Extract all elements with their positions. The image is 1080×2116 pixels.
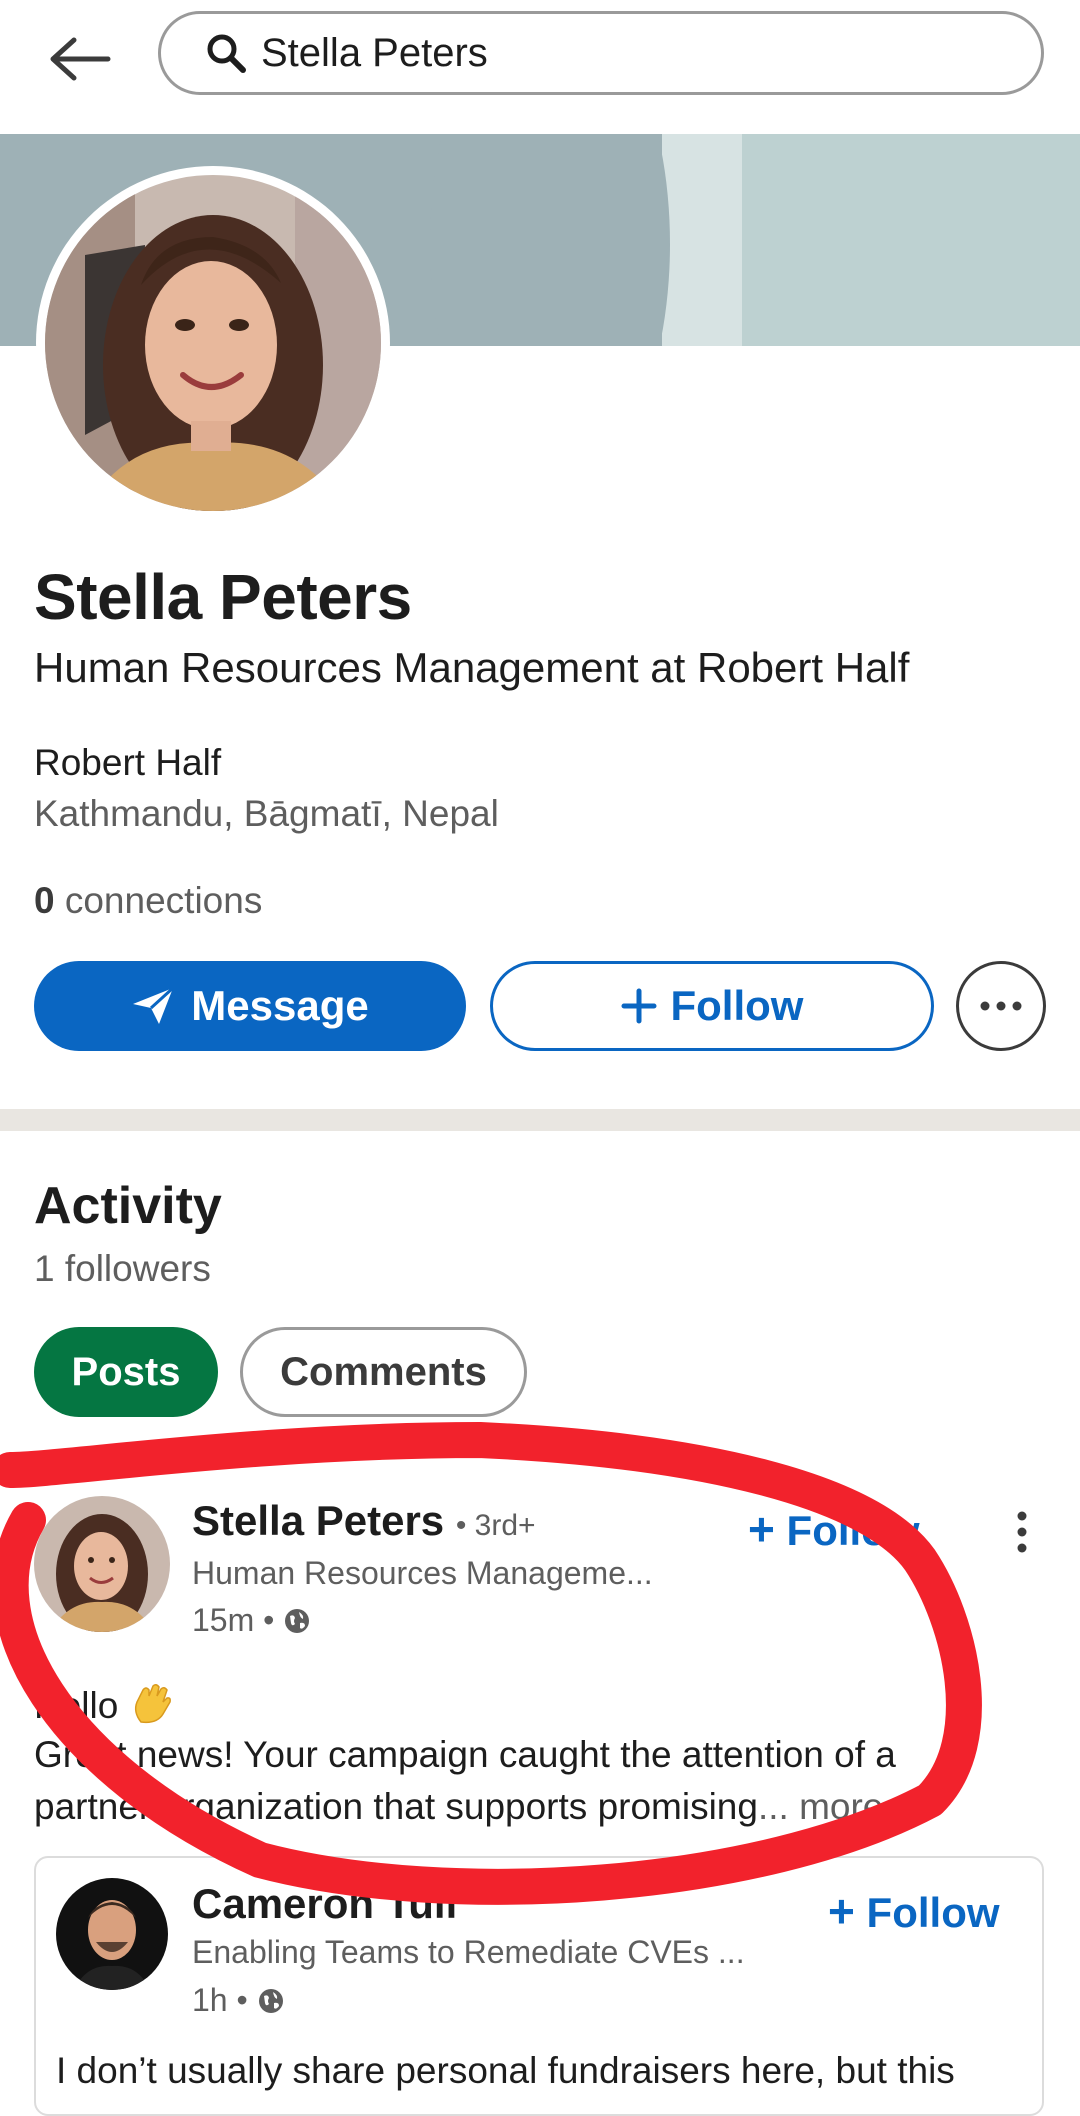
post-time-text: 15m • bbox=[192, 1602, 275, 1638]
post-text-line-2: Great news! Your campaign caught the att… bbox=[34, 1734, 896, 1775]
send-icon bbox=[133, 986, 175, 1024]
plus-icon bbox=[621, 988, 656, 1024]
profile-connections[interactable]: 0 connections bbox=[34, 880, 262, 922]
tab-comments[interactable]: Comments bbox=[240, 1327, 527, 1417]
shared-author-photo bbox=[56, 1878, 168, 1990]
post-text-line-1: Hello bbox=[34, 1682, 173, 1727]
profile-company[interactable]: Robert Half bbox=[34, 742, 221, 784]
shared-follow-button[interactable]: + Follow bbox=[828, 1884, 1000, 1938]
shared-post-text: I don’t usually share personal fundraise… bbox=[56, 2050, 955, 2091]
profile-photo-image bbox=[45, 175, 381, 511]
activity-heading: Activity bbox=[34, 1177, 222, 1235]
back-arrow-icon bbox=[50, 37, 111, 81]
profile-photo[interactable] bbox=[36, 166, 390, 520]
profile-headline: Human Resources Management at Robert Hal… bbox=[34, 644, 910, 691]
more-vertical-icon bbox=[1017, 1511, 1027, 1553]
post-follow-label: Follow bbox=[786, 1507, 920, 1554]
connections-label: connections bbox=[64, 880, 263, 921]
shared-time-text: 1h • bbox=[192, 1982, 248, 2018]
globe-icon bbox=[285, 1608, 310, 1633]
profile-location: Kathmandu, Bāgmatī, Nepal bbox=[34, 793, 499, 834]
search-query: Stella Peters bbox=[261, 30, 488, 75]
globe-icon bbox=[258, 1988, 283, 2013]
profile-name: Stella Peters bbox=[34, 561, 412, 633]
tab-posts[interactable]: Posts bbox=[34, 1327, 218, 1417]
follow-button-label: Follow bbox=[670, 982, 804, 1029]
message-button-label: Message bbox=[191, 982, 369, 1029]
post-author-avatar[interactable] bbox=[34, 1496, 170, 1632]
follow-button[interactable]: Follow bbox=[490, 961, 934, 1051]
post-author-degree: • 3rd+ bbox=[455, 1509, 536, 1542]
more-horizontal-icon bbox=[980, 1001, 1022, 1011]
tab-posts-label: Posts bbox=[71, 1349, 181, 1394]
connections-count: 0 bbox=[34, 880, 55, 921]
post-author[interactable]: Stella Peters • 3rd+ bbox=[192, 1497, 536, 1545]
shared-timestamp: 1h • bbox=[192, 1982, 286, 2019]
shared-author-name[interactable]: Cameron Tull bbox=[192, 1880, 457, 1928]
post-follow-button[interactable]: + Follow bbox=[748, 1502, 920, 1556]
tab-comments-label: Comments bbox=[280, 1349, 487, 1394]
wave-emoji-icon bbox=[134, 1683, 171, 1724]
post-timestamp: 15m • bbox=[192, 1602, 312, 1639]
back-button[interactable] bbox=[40, 24, 120, 94]
post-options-button[interactable] bbox=[1004, 1504, 1040, 1560]
message-button[interactable]: Message bbox=[34, 961, 466, 1051]
section-divider bbox=[0, 1109, 1080, 1131]
shared-author-avatar[interactable] bbox=[56, 1878, 168, 1990]
post-author-headline: Human Resources Manageme... bbox=[192, 1555, 653, 1591]
see-more-link[interactable]: ... more bbox=[758, 1786, 883, 1827]
post-text-line-3: partner organization that supports promi… bbox=[34, 1786, 884, 1827]
search-icon bbox=[207, 34, 246, 73]
post-author-name: Stella Peters bbox=[192, 1497, 445, 1544]
post-author-photo bbox=[34, 1496, 170, 1632]
more-actions-button[interactable] bbox=[956, 961, 1046, 1051]
shared-follow-label: Follow bbox=[866, 1889, 1000, 1936]
shared-author-headline: Enabling Teams to Remediate CVEs ... bbox=[192, 1934, 745, 1970]
search-input[interactable]: Stella Peters bbox=[158, 11, 1044, 95]
followers-count: 1 followers bbox=[34, 1248, 211, 1289]
